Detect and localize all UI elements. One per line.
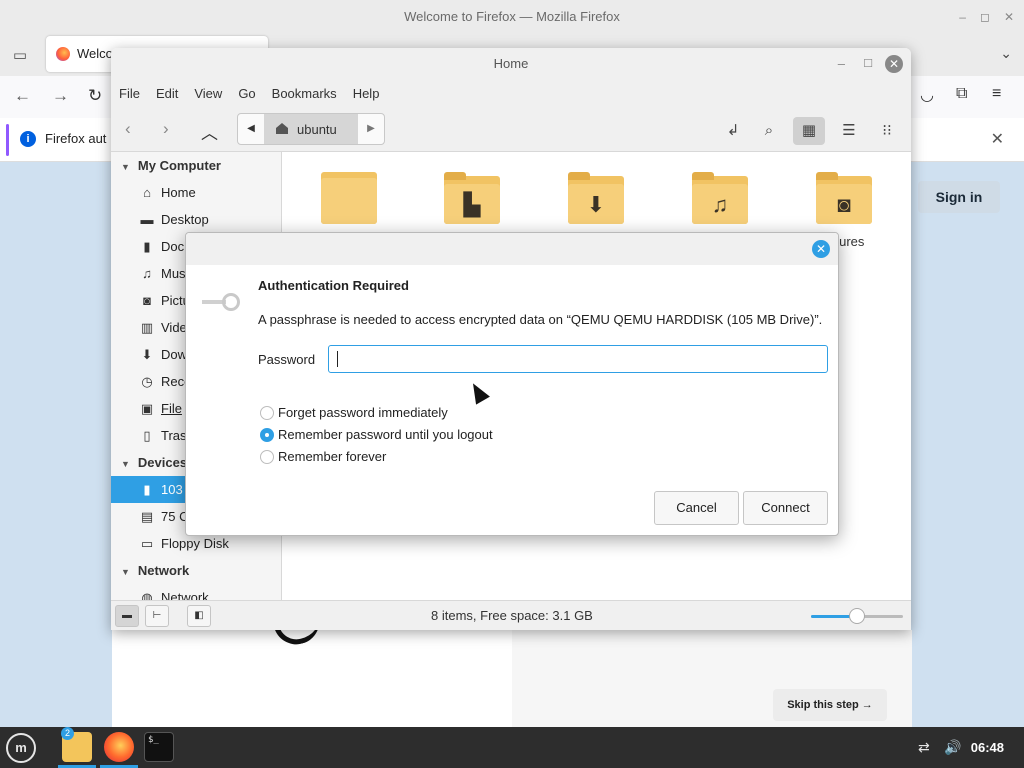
forward-icon[interactable]: → xyxy=(52,86,69,106)
downloads-folder-icon[interactable]: ⬇ xyxy=(568,172,624,224)
close-icon[interactable]: ✕ xyxy=(885,55,903,73)
hamburger-menu-icon[interactable]: ≡ xyxy=(992,85,1001,103)
music-icon: ♫ xyxy=(142,266,152,281)
clock[interactable]: 06:48 xyxy=(971,740,1004,755)
music-folder-icon[interactable]: ♫ xyxy=(692,172,748,224)
maximize-icon[interactable]: ☐ xyxy=(863,48,873,80)
dialog-title: Authentication Required xyxy=(258,278,409,293)
statusbar: ▬ ⊢ ◧ 8 items, Free space: 3.1 GB xyxy=(111,600,911,630)
text-caret xyxy=(337,351,338,367)
status-text: 8 items, Free space: 3.1 GB xyxy=(431,608,593,623)
skip-step-button[interactable]: Skip this step → xyxy=(773,689,887,721)
network-status-icon[interactable]: ⇄ xyxy=(918,739,930,756)
forward-icon[interactable]: › xyxy=(163,119,169,139)
volume-icon[interactable]: 🔊 xyxy=(944,739,961,756)
close-notification-icon[interactable]: ✕ xyxy=(991,129,1004,149)
disk-icon: ▤ xyxy=(140,509,154,524)
menu-view[interactable]: View xyxy=(194,80,222,108)
home-icon xyxy=(276,123,288,134)
close-icon[interactable]: ✕ xyxy=(1004,0,1014,34)
home-icon: ⌂ xyxy=(143,185,151,200)
sidebar-item-home[interactable]: ⌂ Home xyxy=(111,179,281,206)
sidebar-item-network[interactable]: ◍ Network xyxy=(111,584,281,600)
minimize-icon[interactable]: – xyxy=(959,0,966,34)
taskbar: m 2 $_ ⇄ 🔊 06:48 xyxy=(0,727,1024,768)
download-icon: ⬇ xyxy=(141,347,153,362)
documents-folder-icon[interactable]: ▙ xyxy=(444,172,500,224)
filesystem-icon: ▣ xyxy=(140,401,154,416)
tab-overview-icon[interactable]: ▭ xyxy=(8,44,32,68)
network-icon: ◍ xyxy=(141,590,153,600)
mint-menu-icon[interactable]: m xyxy=(6,733,36,763)
toolbar: ‹ › ︿ ◀ ubuntu ▶ ↲ ⌕ ▦ ☰ ⁝⁝ xyxy=(111,108,911,152)
password-input[interactable] xyxy=(328,345,828,373)
password-label: Password xyxy=(258,352,316,367)
pocket-icon[interactable]: ◡ xyxy=(920,85,934,105)
firefox-app-icon[interactable] xyxy=(104,732,134,762)
sign-in-button[interactable]: Sign in xyxy=(918,181,1000,213)
sidebar-section-network[interactable]: ▼ Network xyxy=(111,557,281,584)
key-icon xyxy=(202,291,242,315)
pictures-folder-icon[interactable]: ◙ xyxy=(816,172,872,224)
close-icon[interactable]: ✕ xyxy=(812,240,830,258)
menu-bookmarks[interactable]: Bookmarks xyxy=(272,80,337,108)
sidebar-section-my-computer[interactable]: ▼ My Computer xyxy=(111,152,281,179)
video-icon: ▥ xyxy=(140,320,154,335)
menu-go[interactable]: Go xyxy=(238,80,255,108)
menubar: File Edit View Go Bookmarks Help xyxy=(111,80,911,108)
desktop-icon: ▬ xyxy=(140,212,154,227)
floppy-icon: ▭ xyxy=(140,536,154,551)
folder-icon[interactable] xyxy=(321,172,377,224)
trash-icon: ▯ xyxy=(143,428,151,443)
back-icon[interactable]: ← xyxy=(14,86,31,106)
list-view-icon[interactable]: ☰ xyxy=(833,117,865,145)
info-icon: i xyxy=(20,131,36,147)
toggle-sidebar-icon[interactable]: ◧ xyxy=(187,605,211,627)
cancel-button[interactable]: Cancel xyxy=(654,491,739,525)
breadcrumb-left-icon[interactable]: ◀ xyxy=(238,114,264,144)
dialog-message: A passphrase is needed to access encrypt… xyxy=(258,312,823,327)
reload-icon[interactable]: ↻ xyxy=(88,86,102,106)
show-treeview-icon[interactable]: ⊢ xyxy=(145,605,169,627)
document-icon: ▮ xyxy=(143,239,151,254)
menu-help[interactable]: Help xyxy=(353,80,380,108)
recent-icon: ◷ xyxy=(141,374,153,389)
toggle-location-icon[interactable]: ↲ xyxy=(717,117,749,145)
compact-view-icon[interactable]: ⁝⁝ xyxy=(871,117,903,145)
usb-drive-icon: ▮ xyxy=(143,482,151,497)
minimize-icon[interactable]: – xyxy=(838,48,845,80)
tab-label: Welco xyxy=(77,46,113,61)
maximize-icon[interactable]: ◻ xyxy=(980,0,990,34)
connect-button[interactable]: Connect xyxy=(743,491,828,525)
firefox-window-title: Welcome to Firefox — Mozilla Firefox xyxy=(404,9,620,24)
terminal-app-icon[interactable]: $_ xyxy=(144,732,174,762)
extensions-icon[interactable]: ⧉ xyxy=(956,85,967,103)
show-places-icon[interactable]: ▬ xyxy=(115,605,139,627)
back-icon[interactable]: ‹ xyxy=(125,119,131,139)
window-count-badge: 2 xyxy=(61,727,74,740)
search-icon[interactable]: ⌕ xyxy=(753,117,785,145)
breadcrumb-home[interactable]: ubuntu xyxy=(264,114,358,144)
camera-icon: ◙ xyxy=(143,293,151,308)
zoom-slider-handle[interactable] xyxy=(849,608,865,624)
file-manager-titlebar: Home – ☐ ✕ xyxy=(111,48,911,80)
icon-view-icon[interactable]: ▦ xyxy=(793,117,825,145)
notification-text: Firefox aut xyxy=(45,131,107,146)
firefox-favicon-icon xyxy=(56,47,70,61)
dialog-titlebar: ✕ xyxy=(186,233,838,265)
sidebar-item-desktop[interactable]: ▬ Desktop xyxy=(111,206,281,233)
firefox-titlebar: Welcome to Firefox — Mozilla Firefox – ◻… xyxy=(0,0,1024,34)
menu-file[interactable]: File xyxy=(119,80,140,108)
breadcrumb: ◀ ubuntu ▶ xyxy=(237,113,385,145)
up-icon[interactable]: ︿ xyxy=(201,119,218,144)
zoom-slider[interactable] xyxy=(811,608,903,624)
menu-edit[interactable]: Edit xyxy=(156,80,178,108)
auth-dialog: ✕ Authentication Required A passphrase i… xyxy=(185,232,839,536)
file-manager-title: Home xyxy=(493,56,529,71)
breadcrumb-right-icon[interactable]: ▶ xyxy=(358,114,384,144)
chevron-down-icon[interactable]: ⌄ xyxy=(1000,45,1012,62)
